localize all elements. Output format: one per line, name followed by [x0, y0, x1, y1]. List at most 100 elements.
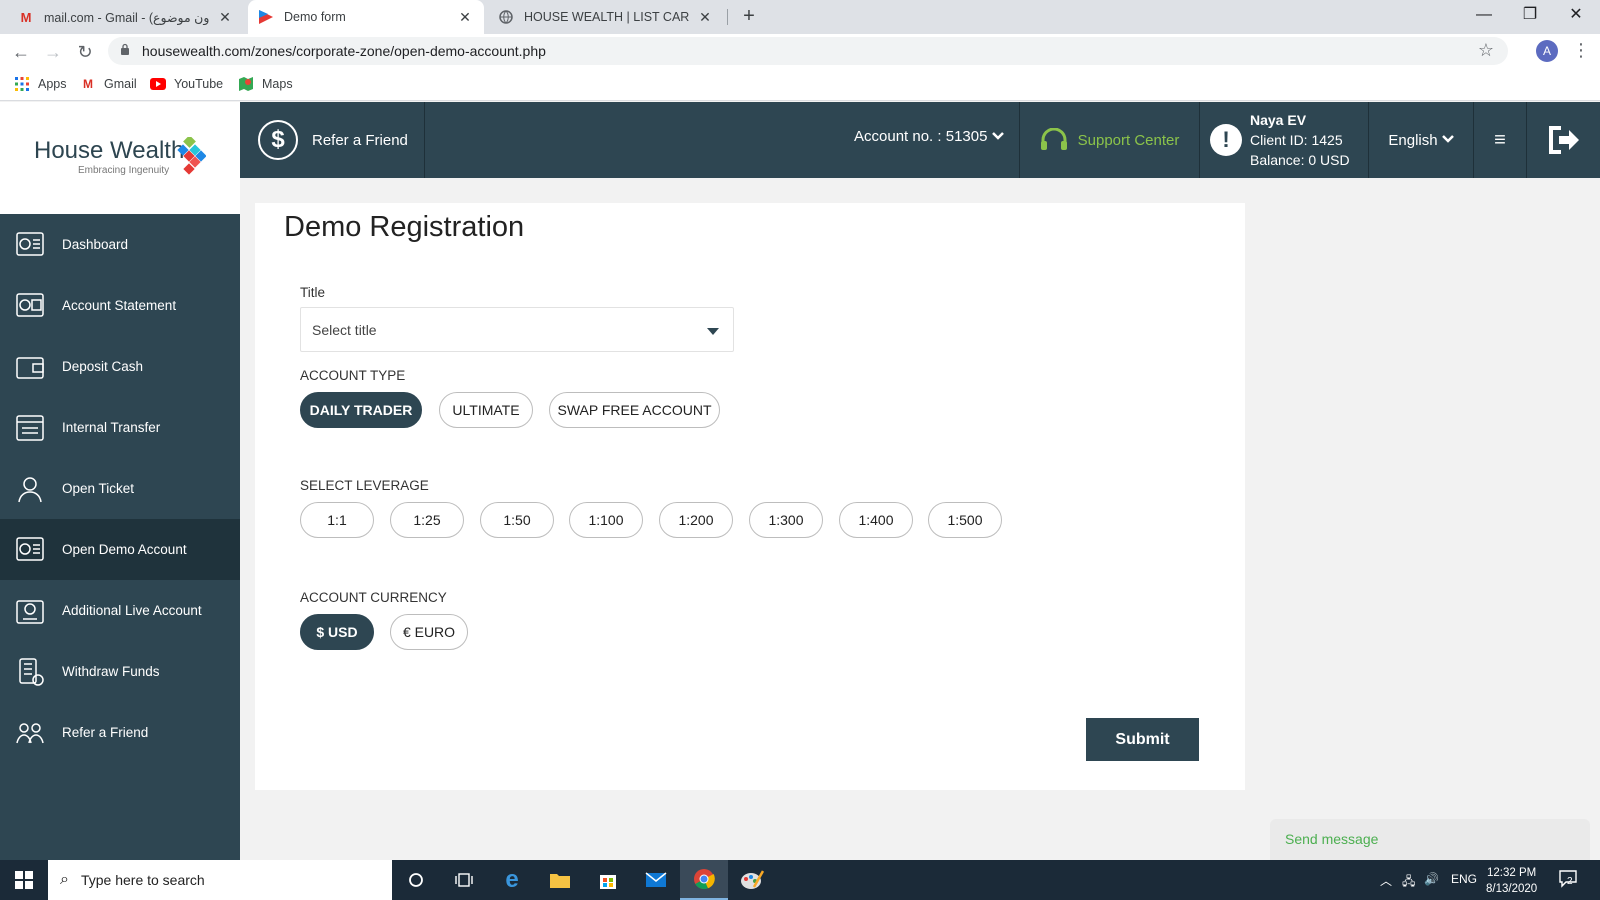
- dollar-icon: $: [258, 120, 298, 160]
- sidebar-item-open-ticket[interactable]: Open Ticket: [0, 458, 240, 519]
- client-info[interactable]: ! Naya EV Client ID: 1425 Balance: 0 USD: [1200, 102, 1369, 178]
- logout-icon[interactable]: [1527, 102, 1600, 178]
- task-view-icon[interactable]: [440, 860, 488, 900]
- sidebar-item-dashboard[interactable]: Dashboard: [0, 214, 240, 275]
- sidebar-item-internal-transfer[interactable]: Internal Transfer: [0, 397, 240, 458]
- browser-menu-icon[interactable]: ⋮: [1572, 40, 1590, 61]
- logo-tagline: Embracing Ingenuity: [78, 165, 170, 176]
- close-icon[interactable]: ✕: [216, 9, 234, 26]
- sidebar-item-withdraw-funds[interactable]: Withdraw Funds: [0, 641, 240, 702]
- youtube-icon: [150, 76, 166, 92]
- minimize-button[interactable]: —: [1461, 0, 1507, 34]
- url-bar[interactable]: housewealth.com/zones/corporate-zone/ope…: [108, 37, 1508, 65]
- leverage-option[interactable]: 1:400: [839, 502, 913, 538]
- bookmark-maps[interactable]: Maps: [238, 76, 293, 92]
- tab-title: mail.com - Gmail - (بدون موضوع): [44, 10, 210, 25]
- system-clock[interactable]: 12:32 PM 8/13/2020: [1486, 865, 1537, 897]
- sidebar-item-label: Refer a Friend: [62, 725, 149, 740]
- leverage-option[interactable]: 1:100: [569, 502, 643, 538]
- url-text: housewealth.com/zones/corporate-zone/ope…: [142, 43, 546, 59]
- gmail-icon: M: [83, 77, 93, 91]
- store-icon[interactable]: [584, 860, 632, 900]
- caret-down-icon: [707, 328, 719, 335]
- account-type-label: ACCOUNT TYPE: [300, 368, 406, 383]
- top-navigation: $ Refer a Friend Account no. : 51305 Sup…: [240, 102, 1600, 178]
- tab-demo-form[interactable]: Demo form ✕: [248, 0, 484, 34]
- bookmark-apps[interactable]: Apps: [14, 76, 67, 92]
- send-message-chat[interactable]: Send message: [1270, 819, 1590, 860]
- account-type-swap-free[interactable]: SWAP FREE ACCOUNT: [549, 392, 720, 428]
- search-placeholder: Type here to search: [80, 872, 205, 888]
- notifications-icon[interactable]: 2: [1558, 868, 1578, 891]
- paint-icon[interactable]: [728, 860, 776, 900]
- site-logo[interactable]: House Wealth Embracing Ingenuity: [0, 102, 240, 214]
- chevron-up-icon[interactable]: ︿: [1380, 872, 1392, 889]
- leverage-option[interactable]: 1:25: [390, 502, 464, 538]
- file-explorer-icon[interactable]: [536, 860, 584, 900]
- chevron-down-icon: [991, 128, 1004, 145]
- title-select[interactable]: Select title: [300, 307, 734, 352]
- bookmark-label: Maps: [262, 77, 293, 91]
- leverage-option[interactable]: 1:500: [928, 502, 1002, 538]
- account-dropdown[interactable]: Account no. : 51305: [854, 128, 1004, 145]
- taskbar-search[interactable]: ⌕ Type here to search: [48, 860, 392, 900]
- tab-title: HOUSE WEALTH | LIST CARDS RE: [524, 10, 690, 24]
- back-icon[interactable]: ←: [8, 39, 34, 65]
- sidebar-item-refer-a-friend[interactable]: Refer a Friend: [0, 702, 240, 763]
- notification-count: 2: [1567, 876, 1573, 887]
- mail-icon[interactable]: [632, 860, 680, 900]
- account-type-daily-trader[interactable]: DAILY TRADER: [300, 392, 422, 428]
- close-window-button[interactable]: ✕: [1553, 0, 1599, 34]
- edge-icon[interactable]: e: [488, 860, 536, 900]
- language-label: English: [1388, 131, 1438, 149]
- currency-euro[interactable]: € EURO: [390, 614, 468, 650]
- bookmark-gmail[interactable]: M Gmail: [80, 76, 137, 92]
- logo-name: House Wealth: [34, 137, 185, 164]
- language-dropdown[interactable]: English: [1369, 102, 1474, 178]
- sidebar-item-account-statement[interactable]: Account Statement: [0, 275, 240, 336]
- network-icon[interactable]: 🖧: [1402, 872, 1415, 893]
- leverage-option[interactable]: 1:200: [659, 502, 733, 538]
- submit-button[interactable]: Submit: [1086, 718, 1199, 761]
- bookmark-star-icon[interactable]: ☆: [1478, 40, 1494, 61]
- support-center-link[interactable]: Support Center: [1019, 102, 1200, 178]
- address-bar-row: ← → ↻ housewealth.com/zones/corporate-zo…: [0, 34, 1600, 69]
- ticket-icon: [18, 476, 42, 502]
- bookmark-youtube[interactable]: YouTube: [150, 76, 223, 92]
- new-tab-button[interactable]: +: [737, 5, 761, 29]
- clock-date: 8/13/2020: [1486, 883, 1538, 895]
- currency-usd[interactable]: $ USD: [300, 614, 374, 650]
- profile-avatar[interactable]: A: [1536, 40, 1558, 62]
- account-type-ultimate[interactable]: ULTIMATE: [439, 392, 533, 428]
- close-icon[interactable]: ✕: [456, 9, 474, 26]
- forward-icon[interactable]: →: [40, 39, 66, 65]
- cortana-icon[interactable]: [392, 860, 440, 900]
- currency-label: ACCOUNT CURRENCY: [300, 590, 447, 605]
- volume-icon[interactable]: 🔊: [1424, 872, 1439, 886]
- reload-icon[interactable]: ↻: [72, 39, 98, 65]
- leverage-option[interactable]: 1:50: [480, 502, 554, 538]
- hamburger-menu-icon[interactable]: ≡: [1474, 102, 1527, 178]
- leverage-option[interactable]: 1:1: [300, 502, 374, 538]
- tab-gmail[interactable]: M mail.com - Gmail - (بدون موضوع) ✕: [8, 0, 244, 34]
- tab-list-cards[interactable]: HOUSE WEALTH | LIST CARDS RE ✕: [488, 0, 724, 34]
- leverage-label: SELECT LEVERAGE: [300, 478, 429, 493]
- sidebar-item-open-demo-account[interactable]: Open Demo Account: [0, 519, 240, 580]
- leverage-option[interactable]: 1:300: [749, 502, 823, 538]
- restore-button[interactable]: ❐: [1507, 0, 1553, 34]
- refer-friend-button[interactable]: $ Refer a Friend: [240, 102, 425, 178]
- bookmark-label: Gmail: [104, 77, 137, 91]
- client-balance: Balance: 0 USD: [1250, 152, 1350, 168]
- maps-icon: [238, 76, 254, 92]
- tab-divider: [727, 9, 728, 25]
- sidebar-item-deposit-cash[interactable]: Deposit Cash: [0, 336, 240, 397]
- chrome-icon[interactable]: [680, 860, 728, 900]
- close-icon[interactable]: ✕: [696, 9, 714, 26]
- sidebar-item-additional-live-account[interactable]: Additional Live Account: [0, 580, 240, 641]
- windows-start-icon[interactable]: [0, 860, 48, 900]
- bookmarks-bar: Apps M Gmail YouTube Maps: [0, 69, 1600, 101]
- withdraw-icon: [19, 657, 44, 686]
- logo-mark-icon: [177, 137, 206, 175]
- chevron-down-icon: [1441, 131, 1454, 149]
- input-language[interactable]: ENG: [1451, 872, 1477, 886]
